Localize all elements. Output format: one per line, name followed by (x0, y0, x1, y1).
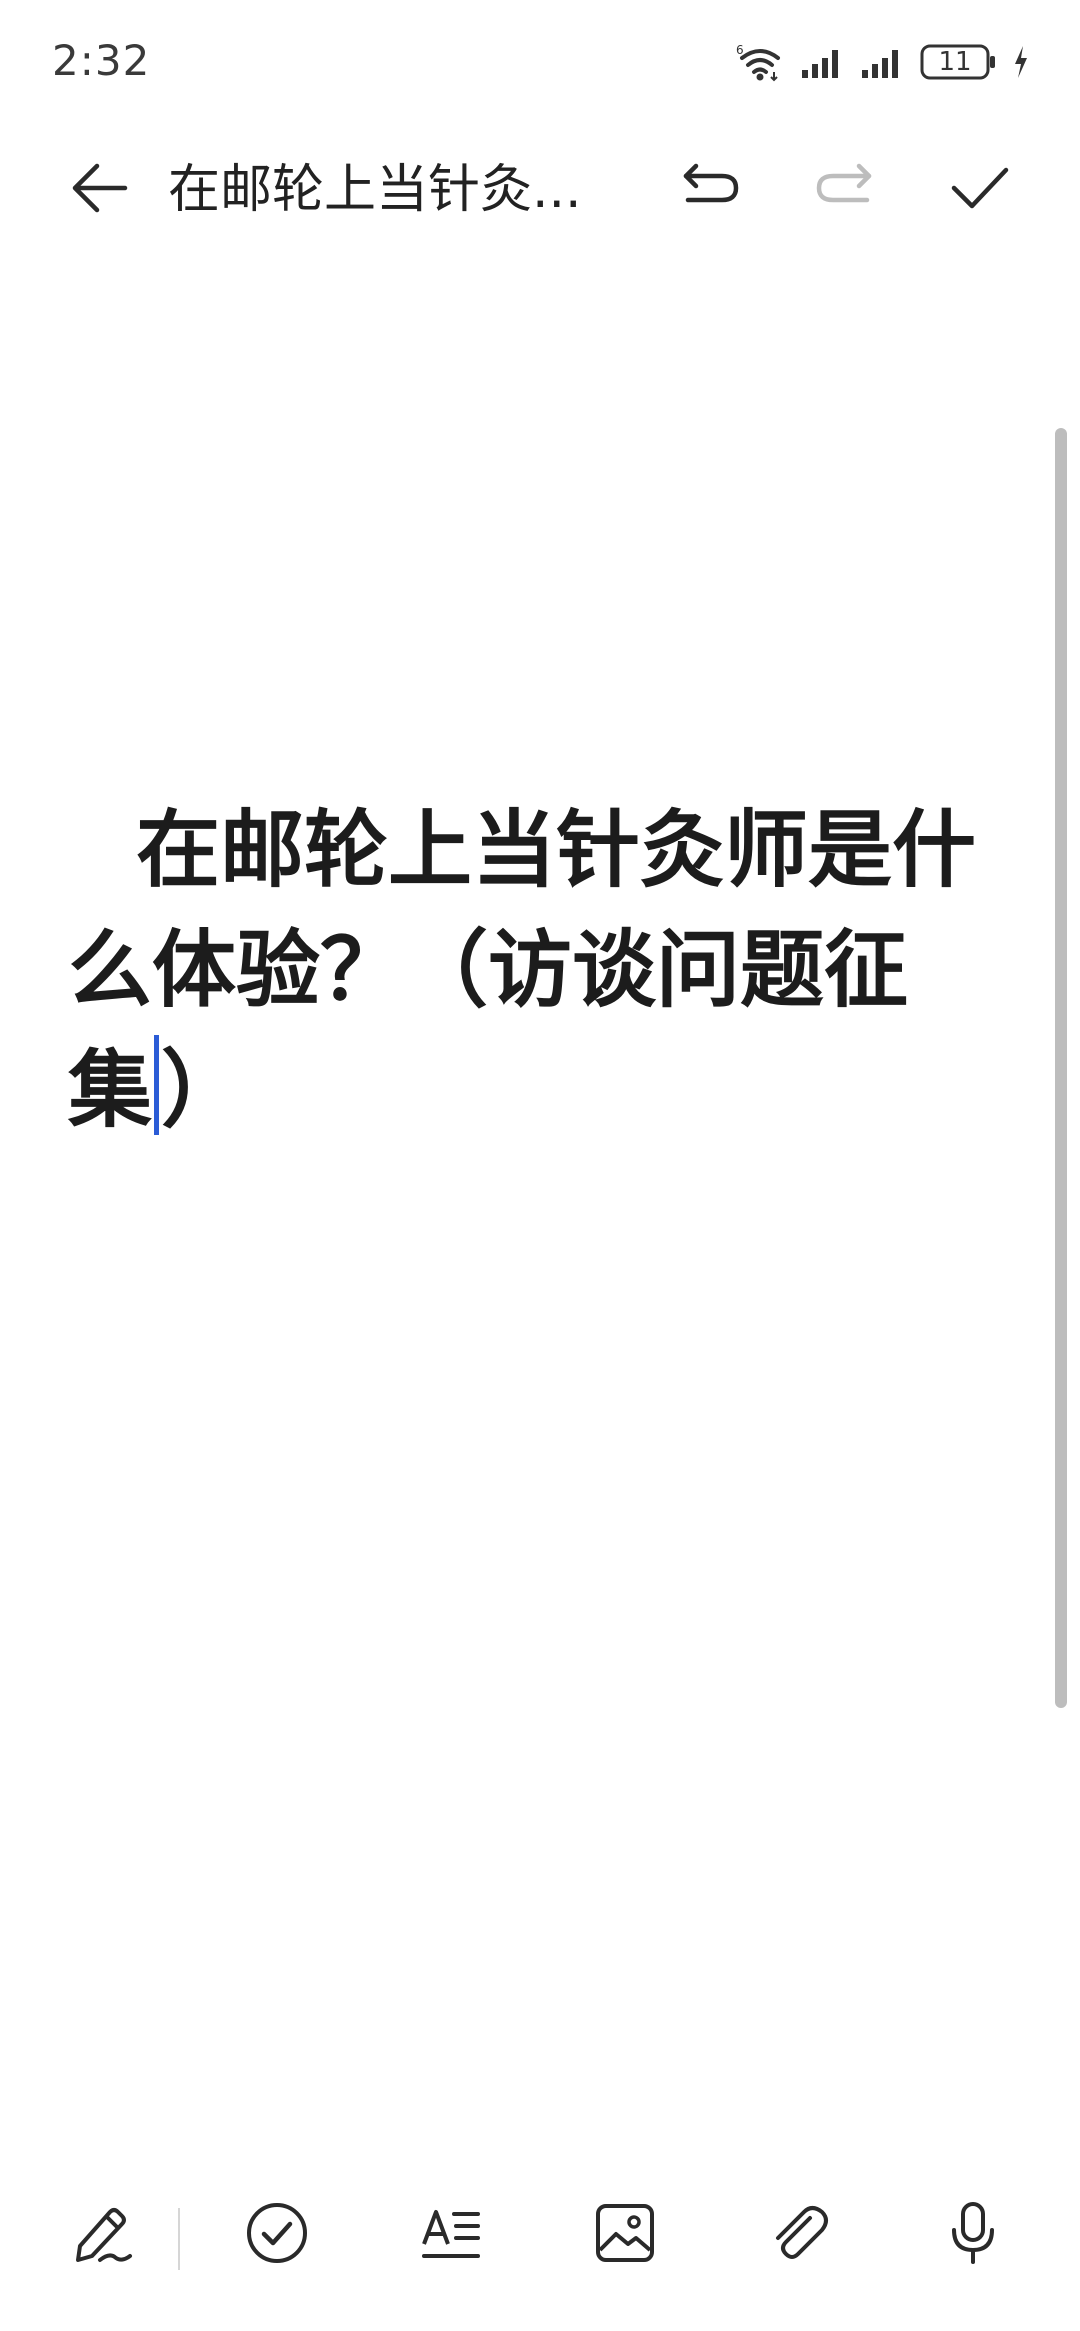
checklist-icon (244, 2200, 310, 2270)
undo-icon (678, 162, 742, 218)
document-title: 在邮轮上当针灸... (168, 160, 582, 220)
voice-input-button[interactable] (918, 2180, 1028, 2290)
note-body[interactable]: 在邮轮上当针灸师是什么体验？（访谈问题征集） (68, 790, 988, 1150)
back-button[interactable] (44, 130, 154, 250)
pen-icon (70, 2200, 136, 2270)
scrollbar[interactable] (1055, 428, 1067, 1708)
text-format-icon (418, 2200, 484, 2270)
insert-image-button[interactable] (570, 2180, 680, 2290)
handwriting-button[interactable] (48, 2180, 158, 2290)
text-caret (154, 1035, 160, 1135)
charging-icon (1012, 44, 1030, 80)
note-text-end: ） (161, 1041, 246, 1139)
microphone-icon (940, 2200, 1006, 2270)
bottom-toolbar (0, 2180, 1080, 2290)
signal-icon (800, 44, 846, 80)
app-bar: 在邮轮上当针灸... (0, 130, 1080, 250)
toolbar-divider (178, 2208, 180, 2270)
redo-button[interactable] (790, 130, 900, 250)
signal-icon (860, 44, 906, 80)
battery-icon: 11 (920, 43, 998, 81)
checklist-button[interactable] (222, 2180, 332, 2290)
status-time: 2:32 (52, 36, 151, 85)
attachment-icon (766, 2200, 832, 2270)
done-button[interactable] (925, 130, 1035, 250)
svg-text:6: 6 (736, 43, 744, 57)
status-icons: 6 11 (734, 38, 1030, 86)
image-icon (592, 2200, 658, 2270)
wifi-icon: 6 (734, 42, 786, 82)
redo-icon (813, 162, 877, 218)
back-arrow-icon (67, 160, 131, 220)
undo-button[interactable] (655, 130, 765, 250)
note-editor[interactable]: 在邮轮上当针灸师是什么体验？（访谈问题征集） (68, 790, 988, 1150)
battery-level: 11 (938, 47, 972, 77)
status-bar: 2:32 6 11 (0, 0, 1080, 120)
text-format-button[interactable] (396, 2180, 506, 2290)
attachment-button[interactable] (744, 2180, 854, 2290)
check-icon (950, 164, 1010, 216)
